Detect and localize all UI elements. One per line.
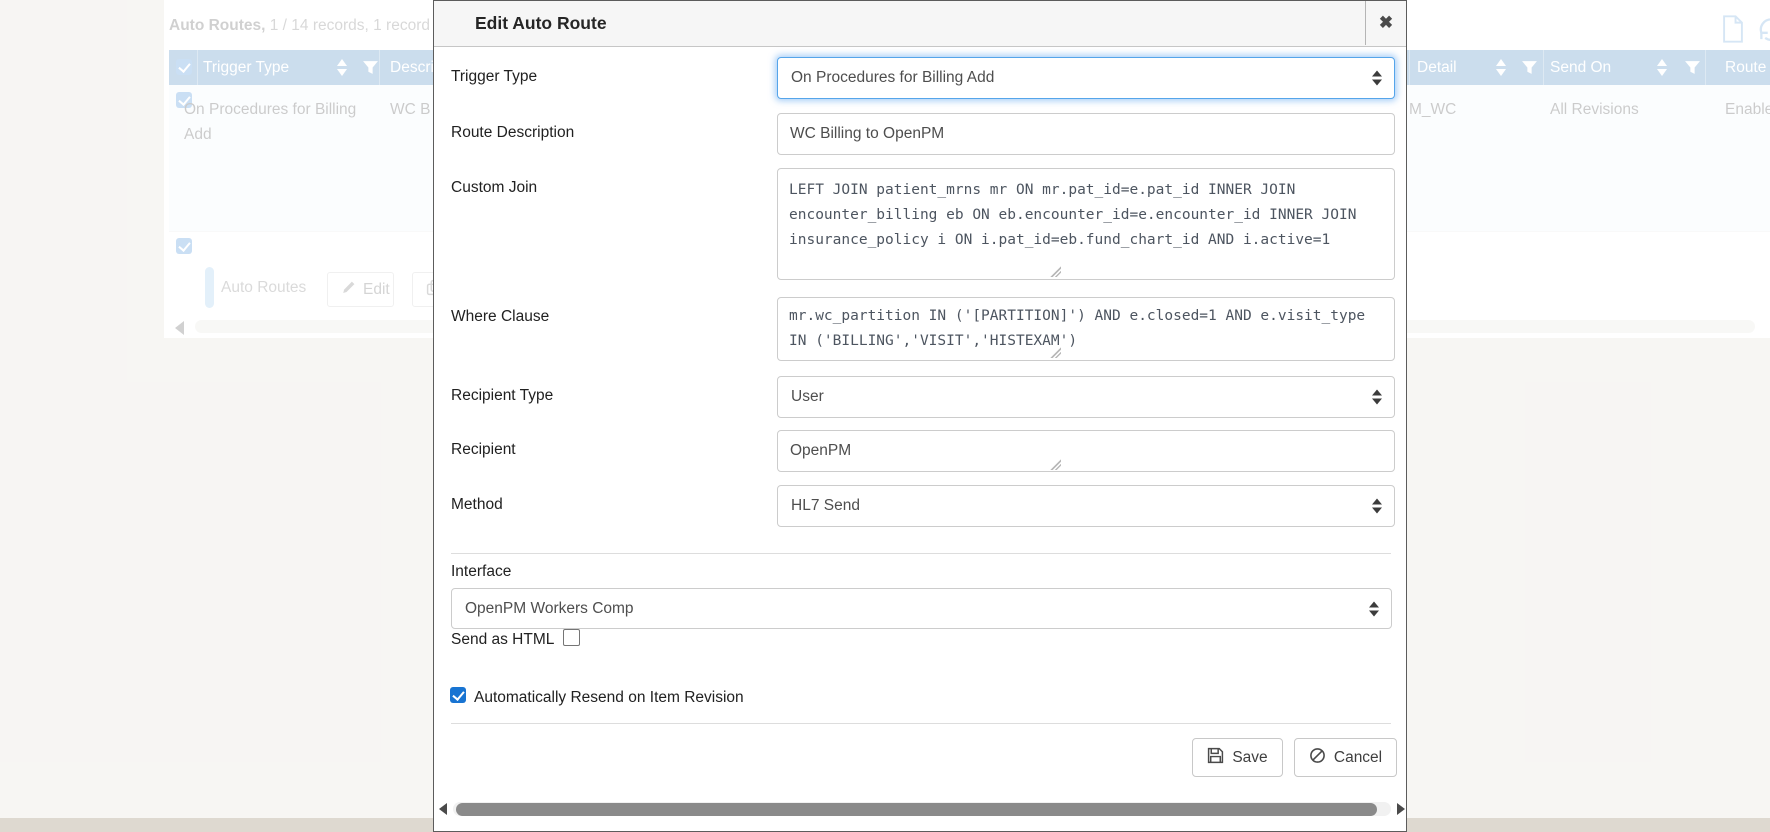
resize-handle[interactable]	[1050, 459, 1061, 470]
divider	[451, 553, 1391, 554]
recipient-textarea[interactable]: OpenPM	[777, 430, 1395, 472]
resize-handle[interactable]	[1050, 266, 1061, 277]
save-button-label: Save	[1232, 749, 1267, 767]
where-clause-textarea[interactable]: mr.wc_partition IN ('[PARTITION]') AND e…	[777, 297, 1395, 361]
dialog-header: Edit Auto Route ✖	[434, 1, 1406, 47]
edit-auto-route-dialog: Edit Auto Route ✖ Trigger Type On Proced…	[433, 0, 1407, 832]
scrollbar-thumb[interactable]	[456, 803, 1377, 816]
save-button[interactable]: Save	[1192, 738, 1283, 777]
scroll-right-arrow[interactable]	[1397, 803, 1405, 815]
updown-arrows-icon	[1369, 601, 1379, 616]
close-icon[interactable]: ✖	[1365, 1, 1406, 45]
method-select[interactable]: HL7 Send	[777, 485, 1395, 527]
recipient-type-value: User	[791, 388, 824, 405]
dialog-title: Edit Auto Route	[475, 1, 607, 45]
cancel-button[interactable]: Cancel	[1294, 738, 1397, 777]
auto-resend-checkbox[interactable]	[450, 687, 466, 703]
interface-select[interactable]: OpenPM Workers Comp	[451, 588, 1392, 629]
method-label: Method	[451, 496, 503, 514]
where-clause-label: Where Clause	[451, 308, 549, 326]
custom-join-label: Custom Join	[451, 179, 537, 197]
route-description-label: Route Description	[451, 124, 574, 142]
trigger-type-select[interactable]: On Procedures for Billing Add	[777, 57, 1395, 99]
recipient-label: Recipient	[451, 441, 516, 459]
updown-arrows-icon	[1372, 390, 1382, 405]
trigger-type-label: Trigger Type	[451, 68, 537, 86]
scroll-left-arrow[interactable]	[439, 803, 447, 815]
interface-label: Interface	[451, 563, 511, 581]
save-icon	[1207, 747, 1224, 769]
method-value: HL7 Send	[791, 497, 860, 514]
custom-join-textarea[interactable]: LEFT JOIN patient_mrns mr ON mr.pat_id=e…	[777, 168, 1395, 280]
updown-arrows-icon	[1372, 71, 1382, 86]
cancel-button-label: Cancel	[1334, 749, 1382, 767]
recipient-type-select[interactable]: User	[777, 376, 1395, 418]
horizontal-scrollbar[interactable]	[453, 802, 1391, 816]
route-description-input[interactable]	[777, 113, 1395, 155]
send-as-html-label: Send as HTML	[451, 631, 554, 649]
auto-resend-label: Automatically Resend on Item Revision	[474, 689, 744, 707]
send-as-html-checkbox[interactable]	[563, 629, 580, 646]
resize-handle[interactable]	[1050, 347, 1061, 358]
updown-arrows-icon	[1372, 499, 1382, 514]
divider	[451, 723, 1391, 724]
trigger-type-value: On Procedures for Billing Add	[791, 69, 994, 86]
cancel-icon	[1309, 747, 1326, 769]
interface-value: OpenPM Workers Comp	[465, 600, 634, 617]
recipient-type-label: Recipient Type	[451, 387, 553, 405]
